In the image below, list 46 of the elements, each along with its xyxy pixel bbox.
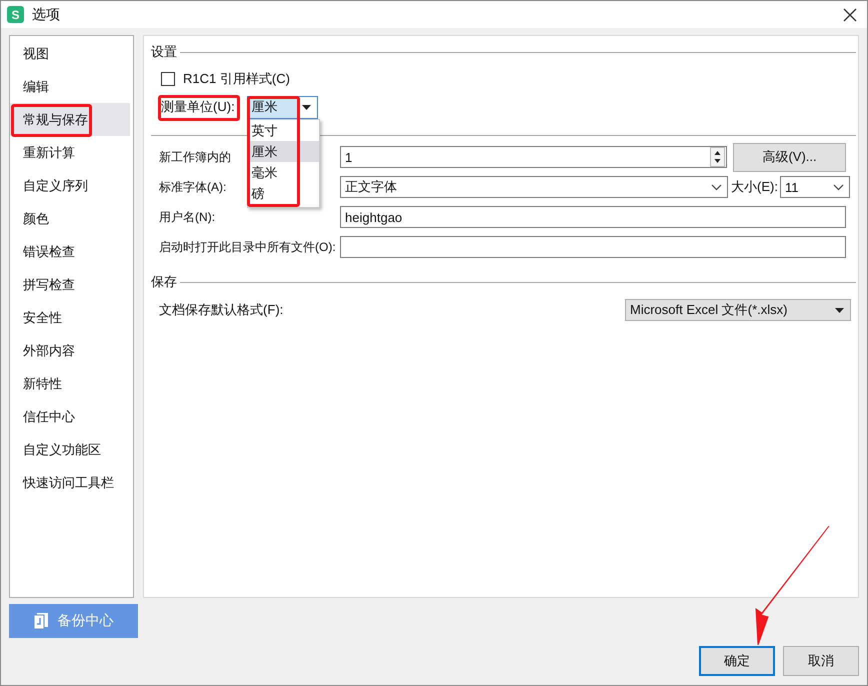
sidebar-item[interactable]: 重新计算 xyxy=(10,136,130,169)
section-heading: 设置 xyxy=(151,43,178,61)
sidebar-item[interactable]: 信任中心 xyxy=(10,400,130,433)
sidebar-item[interactable]: 自定义序列 xyxy=(10,169,130,202)
sidebar-item[interactable]: 拼写检查 xyxy=(10,268,130,301)
sidebar-item[interactable]: 新特性 xyxy=(10,367,130,400)
size-dropdown[interactable]: 11 xyxy=(780,176,850,198)
section-heading: 保存 xyxy=(151,273,178,291)
field-label: 大小(E): xyxy=(731,178,778,196)
sidebar-item[interactable]: 安全性 xyxy=(10,301,130,334)
dropdown-option[interactable]: 英寸 xyxy=(248,120,319,140)
field-label: 新工作簿内的 xyxy=(159,150,232,164)
text-field[interactable]: heightgao xyxy=(340,206,846,228)
sidebar-item[interactable]: 编辑 xyxy=(10,70,130,103)
window-title: 选项 xyxy=(32,6,61,24)
font-dropdown[interactable]: 正文字体 xyxy=(340,176,728,198)
advanced-button[interactable]: 高级(V)... xyxy=(733,142,846,172)
sidebar-item[interactable]: 颜色 xyxy=(10,202,130,235)
dropdown-arrow-icon xyxy=(835,308,844,312)
dropdown-arrow-icon xyxy=(302,104,312,110)
close-icon[interactable] xyxy=(843,8,857,22)
sidebar-item[interactable]: 视图 xyxy=(10,37,130,70)
sidebar-item[interactable]: 快速访问工具栏 xyxy=(10,466,130,499)
dropdown-option[interactable]: 磅 xyxy=(248,182,319,204)
dialog-button[interactable]: 确定 xyxy=(699,646,775,676)
dialog-button[interactable]: 取消 xyxy=(783,646,859,676)
checkbox-label: R1C1 引用样式(C) xyxy=(183,70,290,88)
dropdown-option[interactable]: 厘米 xyxy=(248,140,319,162)
number-field[interactable]: 1 xyxy=(340,146,728,168)
sidebar-item[interactable]: 自定义功能区 xyxy=(10,433,130,466)
format-dropdown[interactable]: Microsoft Excel 文件(*.xlsx) xyxy=(625,299,851,321)
sidebar-item[interactable]: 外部内容 xyxy=(10,334,130,367)
field-label: 标准字体(A): xyxy=(159,180,226,194)
field-label: 用户名(N): xyxy=(159,210,216,224)
field-label: 启动时打开此目录中所有文件(O): xyxy=(159,240,336,254)
document-icon xyxy=(34,613,48,629)
field-label: 文档保存默认格式(F): xyxy=(159,301,284,319)
text-field[interactable] xyxy=(340,236,846,258)
chevron-down-icon xyxy=(833,184,844,190)
app-icon: S xyxy=(7,6,24,23)
field-label: 测量单位(U): xyxy=(161,98,235,116)
dropdown-option[interactable]: 毫米 xyxy=(248,162,319,182)
checkbox[interactable] xyxy=(161,72,176,86)
spinner-icon[interactable] xyxy=(710,147,726,167)
chevron-down-icon xyxy=(711,184,722,190)
sidebar-item[interactable]: 错误检查 xyxy=(10,235,130,268)
